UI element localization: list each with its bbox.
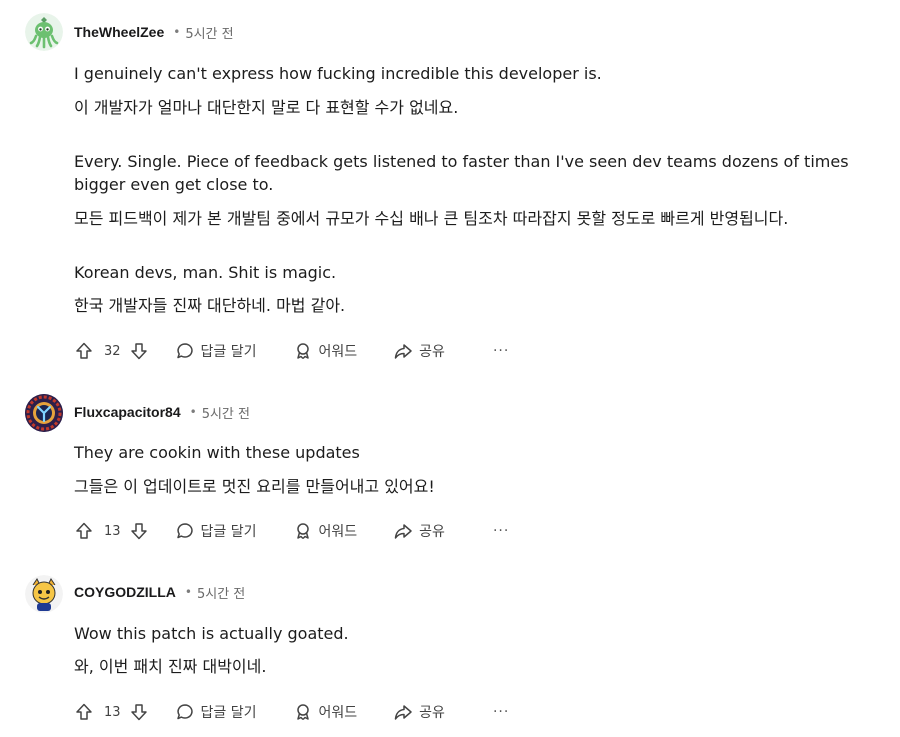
award-label: 어워드 <box>318 344 358 360</box>
octopus-avatar-icon <box>25 13 63 51</box>
award-icon <box>296 343 309 360</box>
reply-button[interactable]: 답글 달기 <box>175 702 257 722</box>
reply-button[interactable]: 답글 달기 <box>175 521 257 541</box>
upvote-button[interactable] <box>74 702 94 722</box>
comment-text: Korean devs, man. Shit is magic. <box>74 263 337 282</box>
flux-capacitor-avatar-icon <box>25 394 63 432</box>
upvote-button[interactable] <box>74 341 94 361</box>
upvote-icon <box>76 522 92 539</box>
separator-dot: • <box>184 585 192 599</box>
share-label: 공유 <box>419 705 445 721</box>
comment-action-bar: 13 답글 달기 어워드 공유 ··· <box>74 700 509 724</box>
downvote-button[interactable] <box>129 702 149 722</box>
award-label: 어워드 <box>318 524 358 540</box>
comment-username[interactable]: Fluxcapacitor84 <box>74 404 181 420</box>
comment-action-bar: 13 답글 달기 어워드 공유 ··· <box>74 519 509 543</box>
godzilla-avatar-icon <box>25 575 63 613</box>
share-label: 공유 <box>419 344 445 360</box>
downvote-icon <box>130 523 147 540</box>
reply-button[interactable]: 답글 달기 <box>175 341 257 361</box>
comment-text: They are cookin with these updates <box>74 443 360 462</box>
comment-text: 와, 이번 패치 진짜 대박이네. <box>74 657 267 676</box>
share-arrow-icon <box>394 524 412 539</box>
comment-text: Wow this patch is actually goated. <box>74 624 349 643</box>
upvote-icon <box>76 703 92 720</box>
comment-text: I genuinely can't express how fucking in… <box>74 64 602 83</box>
comment-action-bar: 32 답글 달기 어워드 공유 ··· <box>74 339 509 363</box>
award-button[interactable]: 어워드 <box>293 702 358 722</box>
comment-text: 이 개발자가 얼마나 대단한지 말로 다 표현할 수가 없네요. <box>74 98 459 117</box>
downvote-icon <box>130 704 147 721</box>
share-arrow-icon <box>394 705 412 720</box>
vote-count: 13 <box>104 523 121 539</box>
award-button[interactable]: 어워드 <box>293 341 358 361</box>
comment-username[interactable]: TheWheelZee <box>74 24 164 40</box>
comment-text: Every. Single. Piece of feedback gets li… <box>74 152 849 194</box>
comment-bubble-icon <box>176 343 193 359</box>
share-button[interactable]: 공유 <box>393 702 445 722</box>
avatar[interactable] <box>25 394 63 432</box>
vote-count: 13 <box>104 704 121 720</box>
award-icon <box>296 704 309 721</box>
comment-timestamp[interactable]: 5시간 전 <box>197 583 245 602</box>
share-button[interactable]: 공유 <box>393 521 445 541</box>
award-label: 어워드 <box>318 705 358 721</box>
comment-username[interactable]: COYGODZILLA <box>74 584 176 600</box>
share-button[interactable]: 공유 <box>393 341 445 361</box>
reply-label: 답글 달기 <box>200 344 257 360</box>
comment-timestamp[interactable]: 5시간 전 <box>185 23 233 42</box>
vote-count: 32 <box>104 343 121 359</box>
more-options-button[interactable]: ··· <box>487 523 509 539</box>
more-options-icon: ··· <box>492 523 510 539</box>
upvote-icon <box>76 342 92 359</box>
upvote-button[interactable] <box>74 521 94 541</box>
share-label: 공유 <box>419 524 445 540</box>
downvote-button[interactable] <box>129 341 149 361</box>
comment-timestamp[interactable]: 5시간 전 <box>202 403 250 422</box>
comment-bubble-icon <box>176 704 193 720</box>
more-options-button[interactable]: ··· <box>487 704 509 720</box>
comment-bubble-icon <box>176 523 193 539</box>
comment-text: 모든 피드백이 제가 본 개발팀 중에서 규모가 수십 배나 큰 팀조차 따라잡… <box>74 209 789 228</box>
avatar[interactable] <box>25 13 63 51</box>
more-options-button[interactable]: ··· <box>487 343 509 359</box>
downvote-icon <box>130 343 147 360</box>
reply-label: 답글 달기 <box>200 705 257 721</box>
more-options-icon: ··· <box>492 343 510 359</box>
avatar[interactable] <box>25 575 63 613</box>
comment-text: 그들은 이 업데이트로 멋진 요리를 만들어내고 있어요! <box>74 477 435 496</box>
separator-dot: • <box>173 25 181 39</box>
downvote-button[interactable] <box>129 521 149 541</box>
award-button[interactable]: 어워드 <box>293 521 358 541</box>
more-options-icon: ··· <box>492 704 510 720</box>
award-icon <box>296 523 309 540</box>
reply-label: 답글 달기 <box>200 524 257 540</box>
separator-dot: • <box>189 405 197 419</box>
comment-text: 한국 개발자들 진짜 대단하네. 마법 같아. <box>74 296 346 315</box>
share-arrow-icon <box>394 344 412 359</box>
